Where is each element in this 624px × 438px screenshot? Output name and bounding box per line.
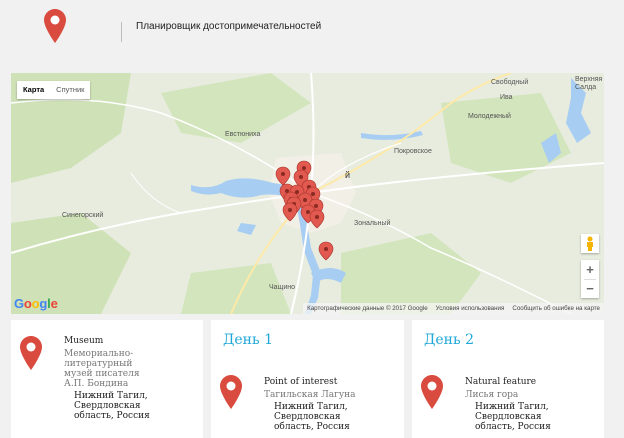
day-card[interactable]: День 1 Point of interest Тагильская Лагу… xyxy=(211,320,404,438)
zoom-out-button[interactable]: − xyxy=(581,279,599,298)
map-type-button-satellite[interactable]: Спутник xyxy=(50,81,90,99)
google-logo[interactable]: Google xyxy=(14,296,58,311)
place-name: Мемориально-литературный музей писателя … xyxy=(64,349,140,389)
report-error-link[interactable]: Сообщить об ошибке на карте xyxy=(508,303,604,314)
map-attribution: Картографические данные © 2017 Google Ус… xyxy=(303,303,604,314)
header: Планировщик достопримечательностей xyxy=(0,0,624,72)
map-pin-logo-icon xyxy=(44,9,66,43)
place-name: Тагильская Лагуна xyxy=(264,390,356,400)
place-type: Natural feature xyxy=(465,377,537,387)
street-view-pegman[interactable] xyxy=(581,234,599,253)
place-type: Point of interest xyxy=(264,377,338,387)
map-pin-icon xyxy=(421,375,443,409)
map-data-credit: Картографические данные © 2017 Google xyxy=(307,305,428,312)
place-type: Museum xyxy=(64,336,104,346)
header-divider xyxy=(121,22,122,42)
place-address: Нижний Тагил, Свердловская область, Росс… xyxy=(475,402,551,432)
map-type-control: Карта Спутник xyxy=(17,81,91,99)
place-card[interactable]: Museum Мемориально-литературный музей пи… xyxy=(11,320,203,438)
map-marker[interactable] xyxy=(318,241,334,261)
map-pin-icon xyxy=(20,336,42,370)
zoom-control: + − xyxy=(581,260,599,298)
day-heading: День 2 xyxy=(424,332,474,348)
place-address: Нижний Тагил, Свердловская область, Росс… xyxy=(74,391,150,421)
day-heading: День 1 xyxy=(223,332,273,348)
map-marker[interactable] xyxy=(275,166,291,186)
zoom-in-button[interactable]: + xyxy=(581,260,599,279)
map-pin-icon xyxy=(220,375,242,409)
page-title: Планировщик достопримечательностей xyxy=(136,21,322,32)
place-address: Нижний Тагил, Свердловская область, Росс… xyxy=(274,402,350,432)
zoom-separator xyxy=(584,279,596,280)
map-type-button-map[interactable]: Карта xyxy=(17,81,50,99)
terms-of-use-link[interactable]: Условия использования xyxy=(432,303,509,314)
place-name: Лисья гора xyxy=(465,390,519,400)
map-view[interactable]: Свободный Верхняя Салда Ива Евстюниха Мо… xyxy=(11,73,604,314)
day-card[interactable]: День 2 Natural feature Лисья гора Нижний… xyxy=(412,320,604,438)
map-marker[interactable] xyxy=(309,209,325,229)
pegman-icon xyxy=(587,236,593,251)
map-marker[interactable] xyxy=(282,202,298,222)
map-markers xyxy=(275,160,334,261)
